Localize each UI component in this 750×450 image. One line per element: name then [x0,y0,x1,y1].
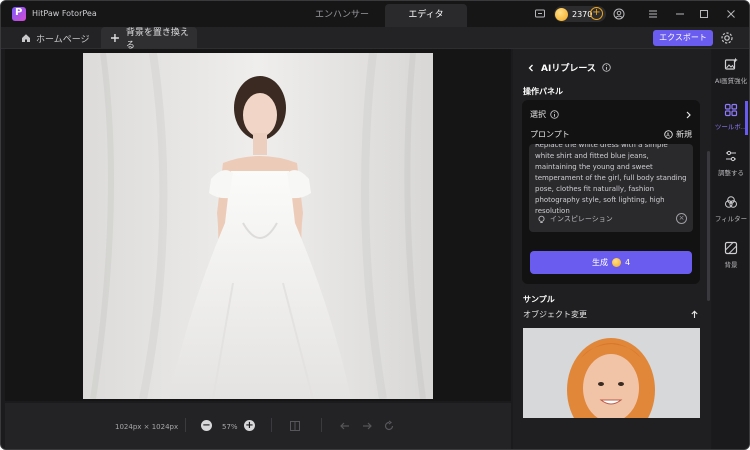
inspiration-label: インスピレーション [550,215,613,223]
generate-cost: 4 [624,258,631,267]
generate-label: 生成 [591,258,608,267]
feedback-icon[interactable] [534,8,546,20]
replace-tab-label: 背景を置き換える [125,28,189,51]
prompt-label: プロンプト [530,130,570,139]
menu-icon[interactable] [647,8,659,20]
inspiration-button[interactable]: インスピレーション [537,214,613,224]
rail-item-ai-enhance[interactable]: AI画質強化 [712,57,749,85]
app-logo [12,7,26,21]
rail-label: AI画質強化 [714,77,748,85]
export-button[interactable]: エクスポート [653,30,713,46]
chevron-right-icon [686,111,691,118]
redo-icon[interactable] [361,420,373,432]
image-dimensions: 1024px × 1024px [115,423,179,431]
coin-icon [611,258,621,267]
panel-title: AIリプレース [541,64,596,74]
title-bar: HitPaw FotorPea エンハンサー エディタ 2370 + [1,1,749,27]
close-icon[interactable] [725,8,737,20]
rail-item-background[interactable]: 背景 [712,241,749,269]
editor-toolbar: ホームページ 背景を置き換える エクスポート [1,27,749,51]
maximize-icon[interactable] [698,8,710,20]
filter-icon [725,196,737,208]
info-icon[interactable] [550,110,559,119]
select-row[interactable]: 選択 [530,109,692,120]
info-icon[interactable] [602,63,611,72]
rail-label: 背景 [724,261,738,269]
compare-icon[interactable] [289,420,301,432]
home-button[interactable]: ホームページ [21,31,90,45]
divider [185,418,186,432]
prompt-input[interactable]: Replace the white dress with a simple wh… [529,144,693,232]
divider [271,418,272,432]
settings-icon[interactable] [720,31,734,45]
sample-image[interactable] [523,328,700,418]
panel-header: AIリプレース [527,61,611,74]
sample-label: オブジェクト変更 [523,310,587,319]
operation-panel-title: 操作パネル [523,87,563,96]
sample-section-title: サンプル [523,295,555,304]
select-label-group: 選択 [530,109,559,120]
select-label: 選択 [530,110,546,119]
zoom-level: 57% [222,423,238,431]
tab-replace-background[interactable]: 背景を置き換える [101,27,197,51]
back-icon[interactable] [527,64,535,72]
tab-editor[interactable]: エディタ [385,4,467,27]
rail-item-adjust[interactable]: 調整する [712,149,749,177]
generate-button[interactable]: 生成 4 [530,251,692,274]
sample-photo-redhead [523,328,700,418]
reset-icon[interactable] [383,420,395,432]
rail-item-filter[interactable]: フィルター [712,195,749,223]
rail-label: フィルター [714,215,748,223]
tab-enhancer[interactable]: エンハンサー [301,4,383,27]
ai-icon: A [664,130,673,139]
clear-prompt-icon[interactable]: × [676,213,687,224]
rail-active-indicator [745,101,748,135]
photo-woman-white-dress [83,53,433,399]
panel-scrollbar[interactable] [707,151,710,301]
account-icon[interactable] [613,8,625,20]
grid-icon [724,103,738,117]
undo-icon[interactable] [339,420,351,432]
sample-row[interactable]: オブジェクト変更 [523,309,699,320]
prompt-row: プロンプト A 新規 [530,129,692,140]
lightbulb-icon [538,215,545,223]
add-credits-icon[interactable]: + [590,7,603,20]
sliders-icon [726,150,736,162]
image-sparkle-icon [724,57,738,70]
home-label: ホームページ [36,34,90,45]
new-label: 新規 [676,130,692,139]
operation-card: 選択 プロンプト A 新規 Replace the white dress wi… [522,100,700,284]
edited-photo[interactable] [83,53,433,399]
canvas-bottom-bar: 1024px × 1024px − 57% + [5,403,511,449]
rail-label: 調整する [718,169,744,177]
zoom-in-button[interactable]: + [244,420,255,431]
coin-icon [555,7,568,21]
arrow-up-icon[interactable] [690,310,699,319]
new-prompt-button[interactable]: A 新規 [664,129,692,140]
zoom-out-button[interactable]: − [201,420,212,431]
divider [321,418,322,432]
minimize-icon[interactable] [674,8,686,20]
app-title: HitPaw FotorPea [32,9,97,18]
svg-text:A: A [666,133,670,139]
app-window: HitPaw FotorPea エンハンサー エディタ 2370 + ホームペー… [0,0,750,450]
home-icon [22,34,30,42]
prompt-text[interactable]: Replace the white dress with a simple wh… [535,144,687,217]
background-icon [724,241,738,255]
plus-icon [110,34,119,42]
